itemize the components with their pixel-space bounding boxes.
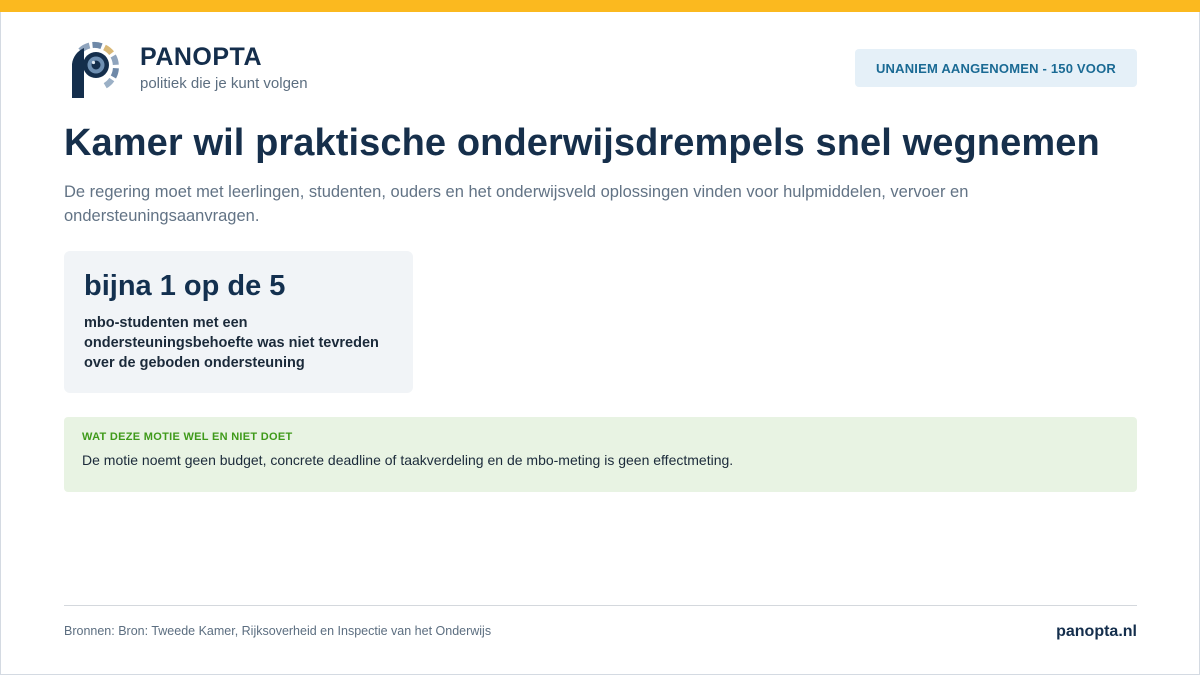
eye-p-logo-icon: [72, 41, 119, 98]
footer-domain: panopta.nl: [1056, 623, 1137, 640]
vote-result-badge: UNANIEM AANGENOMEN - 150 VOOR: [855, 49, 1137, 87]
brand-name: PANOPTA: [140, 43, 263, 71]
article-headline: Kamer wil praktische onderwijsdrempels s…: [64, 122, 1100, 164]
footer-sources: Bronnen: Bron: Tweede Kamer, Rijksoverhe…: [64, 624, 492, 638]
note-label: WAT DEZE MOTIE WEL EN NIET DOET: [82, 431, 293, 443]
note-text: De motie noemt geen budget, concrete dea…: [82, 452, 734, 468]
article-lede: De regering moet met leerlingen, student…: [64, 183, 969, 225]
stat-description: mbo-studenten met een ondersteuningsbeho…: [84, 315, 379, 371]
stat-value: bijna 1 op de 5: [84, 270, 286, 302]
brand-tagline: politiek die je kunt volgen: [140, 75, 308, 92]
stat-card: bijna 1 op de 5 mbo-studenten met een on…: [64, 251, 413, 393]
motion-scope-note: WAT DEZE MOTIE WEL EN NIET DOET De motie…: [64, 417, 1137, 492]
accent-top-bar: [0, 0, 1200, 12]
footer-divider: [64, 605, 1137, 606]
